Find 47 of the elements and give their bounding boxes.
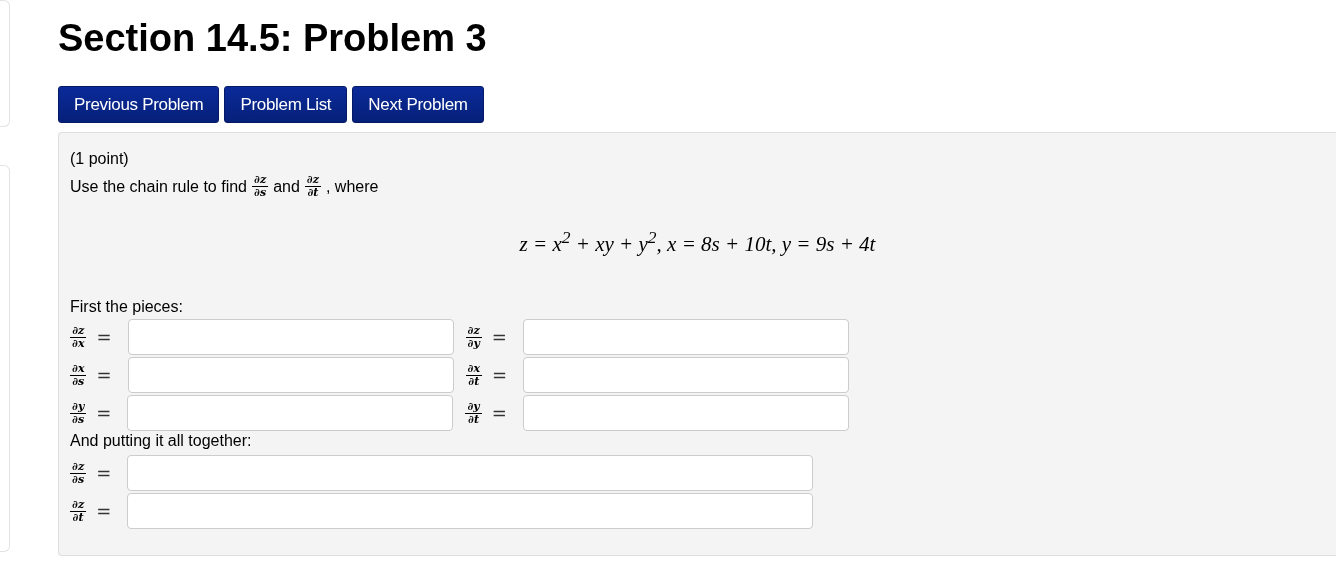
equals-sign: = [96, 364, 112, 386]
numerator: ∂x [70, 362, 87, 376]
equals-sign: = [96, 462, 112, 484]
numerator: ∂z [465, 324, 482, 338]
equals-sign: = [491, 364, 508, 386]
nav-button[interactable]: Problem List [224, 86, 348, 123]
denominator: ∂t [306, 187, 320, 199]
denominator: ∂t [71, 511, 85, 524]
numerator: ∂x [465, 362, 482, 376]
denominator: ∂s [71, 375, 86, 388]
answer-field[interactable] [127, 319, 454, 355]
denominator: ∂s [71, 473, 86, 486]
points-label: (1 point) [70, 150, 129, 167]
answer-field[interactable] [127, 493, 814, 529]
numerator: ∂z [70, 498, 87, 512]
instruction-text: , where [325, 176, 379, 197]
denominator: ∂t [467, 375, 481, 388]
denominator: ∂s [253, 187, 268, 199]
answer-field[interactable] [522, 319, 849, 355]
together-label: And putting it all together: [70, 431, 253, 451]
numerator: ∂y [70, 400, 87, 414]
numerator: ∂y [465, 400, 482, 414]
equals-sign: = [491, 402, 507, 424]
denominator: ∂y [466, 337, 482, 350]
numerator: ∂z [252, 174, 269, 187]
nav-button[interactable]: Next Problem [352, 86, 484, 123]
answer-field[interactable] [522, 395, 849, 431]
denominator: ∂t [467, 413, 480, 426]
nav-button[interactable]: Previous Problem [58, 86, 220, 123]
numerator: ∂z [304, 174, 321, 187]
answer-field[interactable] [127, 357, 454, 393]
answer-field[interactable] [127, 455, 814, 491]
equation: z = x$^{2}$ + xy + y$^{2}$, x = 8s + 10t, y = 9s + 4t [519, 232, 876, 256]
equals-sign: = [491, 326, 507, 348]
equals-sign: = [96, 500, 112, 522]
numerator: ∂z [70, 460, 87, 474]
instruction-text: and [273, 176, 300, 197]
pieces-label: First the pieces: [70, 297, 184, 317]
denominator: ∂x [71, 337, 86, 350]
answer-field[interactable] [127, 395, 454, 431]
page-title: Section 14.5: Problem 3 [58, 16, 488, 61]
equals-sign: = [96, 326, 112, 348]
denominator: ∂s [71, 413, 86, 426]
instruction-text: Use the chain rule to find [70, 176, 247, 197]
equals-sign: = [96, 402, 112, 424]
answer-field[interactable] [523, 357, 850, 393]
numerator: ∂z [70, 324, 87, 338]
